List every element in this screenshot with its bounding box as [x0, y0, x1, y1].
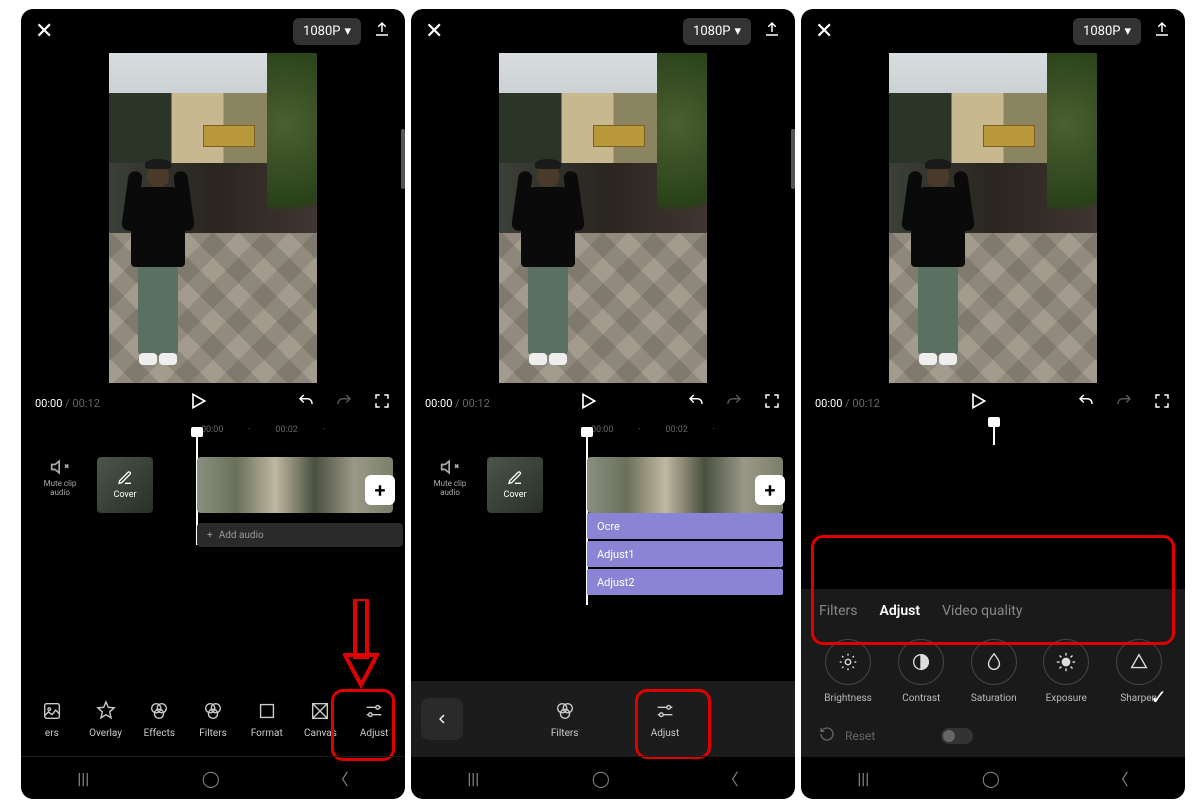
resolution-button[interactable]: 1080P▾	[1073, 18, 1141, 45]
tool-filters[interactable]: Filters	[530, 700, 600, 739]
adjust-panel: Filters Adjust Video quality Brightness …	[801, 589, 1185, 757]
add-clip-button[interactable]: +	[755, 475, 785, 505]
home-button[interactable]: ◯	[982, 769, 1000, 788]
home-button[interactable]: ◯	[592, 769, 610, 788]
timeline-ruler: 00:00·00:02·	[21, 423, 405, 445]
chevron-down-icon: ▾	[344, 24, 351, 39]
adjust-contrast[interactable]: Contrast	[898, 639, 944, 704]
plus-icon: +	[207, 530, 213, 541]
cover-button[interactable]: Cover	[97, 457, 153, 513]
reset-row: Reset	[801, 710, 1185, 749]
back-button[interactable]: 〈	[1113, 766, 1129, 790]
top-bar: ✕ 1080P▾	[21, 9, 405, 53]
resolution-button[interactable]: 1080P▾	[293, 18, 361, 45]
tool-filters[interactable]: Filters	[186, 700, 240, 739]
annotation-arrow	[343, 599, 379, 689]
phone-screen-3: ✕1080P▾ 00:00 / 00:12 Filters Adjust Vid…	[801, 9, 1185, 799]
adjust-track[interactable]: Ocre	[587, 513, 783, 539]
tool-effects[interactable]: Effects	[132, 700, 186, 739]
export-icon[interactable]	[1153, 20, 1171, 42]
android-nav-bar: ||| ◯ 〈	[411, 756, 795, 799]
timeline[interactable]: Mute clip audio Cover + +Add audio	[21, 451, 405, 541]
adjust-track[interactable]: Adjust2	[587, 569, 783, 595]
mute-audio-button[interactable]: Mute clip audio	[33, 457, 87, 497]
redo-icon[interactable]	[1115, 392, 1133, 414]
export-icon[interactable]	[763, 20, 781, 42]
bottom-toolbar: Filters Adjust	[411, 681, 795, 757]
close-icon[interactable]: ✕	[815, 19, 833, 44]
video-preview[interactable]	[801, 53, 1185, 383]
recents-button[interactable]: |||	[467, 769, 479, 788]
confirm-icon[interactable]: ✓	[1150, 685, 1167, 709]
close-icon[interactable]: ✕	[425, 19, 443, 44]
video-preview[interactable]	[21, 53, 405, 383]
video-clip[interactable]: +	[587, 457, 783, 513]
reset-label[interactable]: Reset	[845, 729, 875, 743]
tool-stickers[interactable]: ers	[25, 700, 79, 739]
resolution-button[interactable]: 1080P▾	[683, 18, 751, 45]
back-button[interactable]: 〈	[333, 766, 349, 790]
tab-video-quality[interactable]: Video quality	[942, 603, 1022, 619]
phone-screen-2: ✕1080P▾ 00:00 / 00:12 00:00·00:02· Mute …	[411, 9, 795, 799]
adjust-tabs: Filters Adjust Video quality	[801, 603, 1185, 633]
undo-icon[interactable]	[687, 392, 705, 414]
video-clip[interactable]: +	[197, 457, 393, 513]
recents-button[interactable]: |||	[77, 769, 89, 788]
adjust-brightness[interactable]: Brightness	[824, 639, 872, 704]
adjust-track[interactable]: Adjust1	[587, 541, 783, 567]
close-icon[interactable]: ✕	[35, 19, 53, 44]
redo-icon[interactable]	[725, 392, 743, 414]
android-nav-bar: ||| ◯ 〈	[21, 756, 405, 799]
video-preview[interactable]	[411, 53, 795, 383]
tool-overlay[interactable]: Overlay	[79, 700, 133, 739]
home-button[interactable]: ◯	[202, 769, 220, 788]
playhead[interactable]	[993, 417, 995, 445]
reset-icon[interactable]	[819, 726, 835, 745]
back-button[interactable]: 〈	[723, 766, 739, 790]
phone-screen-1: ✕ 1080P▾ 00:00 / 00:12 00:00·00:02· Mute…	[21, 9, 405, 799]
reset-toggle[interactable]	[941, 728, 973, 744]
tab-adjust[interactable]: Adjust	[880, 603, 921, 619]
cover-button[interactable]: Cover	[487, 457, 543, 513]
playback-controls: 00:00 / 00:12	[21, 383, 405, 423]
toolbar-back-button[interactable]	[421, 698, 463, 740]
tool-format[interactable]: Format	[240, 700, 294, 739]
timeline[interactable]: Mute clip audio Cover + Ocre Adjust1 Adj…	[411, 451, 795, 601]
tool-canvas[interactable]: Canvas	[294, 700, 348, 739]
mute-audio-button[interactable]: Mute clip audio	[423, 457, 477, 497]
fullscreen-icon[interactable]	[1153, 392, 1171, 414]
add-audio-button[interactable]: +Add audio	[197, 523, 403, 547]
recents-button[interactable]: |||	[857, 769, 869, 788]
play-icon[interactable]	[188, 391, 208, 415]
fullscreen-icon[interactable]	[763, 392, 781, 414]
play-icon[interactable]	[578, 391, 598, 415]
android-nav-bar: ||| ◯ 〈	[801, 756, 1185, 799]
adjust-exposure[interactable]: Exposure	[1043, 639, 1089, 704]
play-icon[interactable]	[968, 391, 988, 415]
undo-icon[interactable]	[1077, 392, 1095, 414]
add-clip-button[interactable]: +	[365, 475, 395, 505]
bottom-toolbar: ers Overlay Effects Filters Format Canva…	[21, 681, 405, 757]
tool-adjust[interactable]: Adjust	[630, 700, 700, 739]
redo-icon[interactable]	[335, 392, 353, 414]
undo-icon[interactable]	[297, 392, 315, 414]
export-icon[interactable]	[373, 20, 391, 42]
fullscreen-icon[interactable]	[373, 392, 391, 414]
tab-filters[interactable]: Filters	[819, 603, 858, 619]
tool-adjust[interactable]: Adjust	[347, 700, 401, 739]
adjust-saturation[interactable]: Saturation	[971, 639, 1017, 704]
time-display: 00:00 / 00:12	[35, 397, 100, 410]
